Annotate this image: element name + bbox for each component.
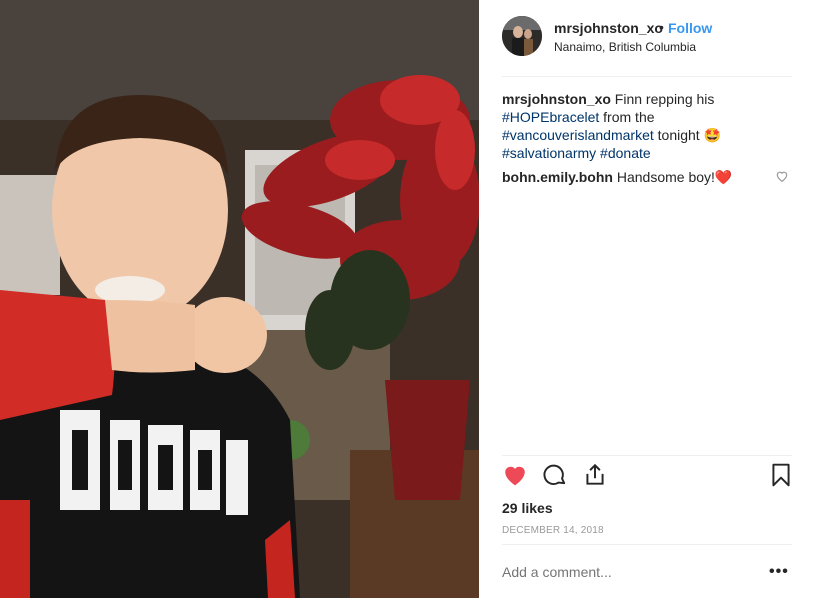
hashtag-link[interactable]: #salvationarmy [502, 145, 596, 161]
divider [502, 455, 792, 456]
post-photo[interactable] [0, 0, 479, 598]
separator-dot: • [659, 19, 664, 35]
action-bar [502, 462, 792, 494]
bookmark-icon [772, 463, 790, 487]
more-options-button[interactable]: ••• [769, 563, 789, 581]
post-caption: mrsjohnston_xo Finn repping his #HOPEbra… [502, 90, 772, 162]
hashtag-link[interactable]: #donate [600, 145, 651, 161]
heart-filled-icon [505, 466, 525, 486]
photo-of-boy-with-poinsettia [0, 0, 479, 598]
comment-username[interactable]: bohn.emily.bohn [502, 169, 613, 185]
hashtag-link[interactable]: #HOPEbracelet [502, 109, 599, 125]
post-sidebar: mrsjohnston_xo • Follow Nanaimo, British… [479, 0, 813, 598]
profile-picture-icon [502, 16, 542, 56]
divider [502, 76, 792, 77]
save-button[interactable] [768, 462, 794, 493]
caption-text: tonight [657, 127, 700, 143]
share-button[interactable] [582, 462, 608, 493]
post-header: mrsjohnston_xo • Follow Nanaimo, British… [479, 0, 813, 76]
caption-text: from the [603, 109, 655, 125]
red-heart-emoji: ❤️ [714, 169, 733, 185]
divider [502, 544, 792, 545]
hashtag-link[interactable]: #vancouverislandmarket [502, 127, 654, 143]
location-link[interactable]: Nanaimo, British Columbia [554, 40, 696, 54]
follow-button[interactable]: Follow [668, 20, 712, 36]
post-date[interactable]: DECEMBER 14, 2018 [502, 525, 604, 536]
star-eyes-emoji: 🤩 [703, 127, 722, 143]
comment-button[interactable] [542, 462, 568, 493]
comment-text: Handsome boy! [616, 169, 715, 185]
username-link[interactable]: mrsjohnston_xo [554, 20, 663, 36]
like-button[interactable] [502, 462, 528, 493]
caption-text: Finn repping his [614, 91, 715, 107]
share-icon [586, 463, 604, 485]
instagram-post-modal: mrsjohnston_xo • Follow Nanaimo, British… [0, 0, 813, 598]
comment-row: bohn.emily.bohn Handsome boy!❤️ [502, 168, 772, 186]
caption-username[interactable]: mrsjohnston_xo [502, 91, 611, 107]
comment-like-button[interactable] [775, 169, 789, 183]
comment-bubble-icon [543, 464, 566, 485]
add-comment-input[interactable] [502, 562, 742, 582]
avatar[interactable] [502, 16, 542, 56]
heart-outline-icon [776, 171, 788, 182]
likes-count[interactable]: 29 likes [502, 500, 553, 516]
